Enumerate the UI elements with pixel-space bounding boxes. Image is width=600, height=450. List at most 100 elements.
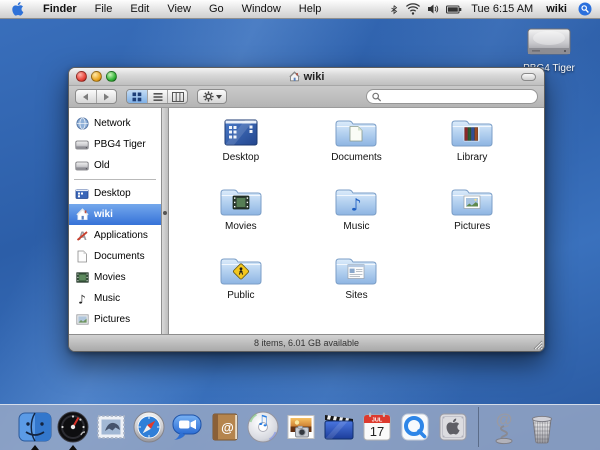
ical-icon: JUL 17 [359,409,395,445]
sidebar-item-old[interactable]: Old [69,155,161,176]
sidebar-item-label: Movies [94,272,126,283]
sidebar-item-documents[interactable]: Documents [69,246,161,267]
menu-go[interactable]: Go [200,0,233,18]
dock-trash[interactable] [523,407,561,447]
sidebar-item-label: Pictures [94,314,130,325]
dock-iphoto[interactable] [282,407,320,447]
menu-edit[interactable]: Edit [121,0,158,18]
minimize-button[interactable] [91,71,102,82]
sidebar-item-label: Music [94,293,120,304]
search-input[interactable] [384,91,532,102]
library-folder-icon [449,114,495,151]
sidebar-divider[interactable] [161,108,169,334]
item-movies[interactable]: Movies [183,183,299,252]
sidebar-item-label: wiki [94,209,113,220]
item-public[interactable]: Public [183,252,299,321]
mail-icon [93,409,129,445]
dock-mail[interactable] [92,407,130,447]
nav-buttons [75,89,117,104]
hard-drive-icon [524,25,574,62]
desktop-icon [75,188,89,200]
home-icon [289,71,300,82]
dock-address-book[interactable]: @ [206,407,244,447]
running-indicator [69,445,77,450]
pictures-icon [75,314,89,325]
item-sites[interactable]: Sites [299,252,415,321]
sidebar-item-pbg4-tiger[interactable]: PBG4 Tiger [69,134,161,155]
toolbar-toggle-button[interactable] [521,73,536,81]
network-icon [75,117,89,130]
window-toolbar [69,86,544,108]
forward-button[interactable] [96,90,117,103]
icon-view-content: Desktop Documents [169,108,544,334]
sidebar-item-wiki[interactable]: wiki [69,204,161,225]
search-field[interactable] [366,89,538,104]
dock-separator [478,407,479,447]
svg-text:♪: ♪ [351,196,362,216]
wifi-icon[interactable] [406,0,420,18]
public-folder-icon [218,252,264,289]
item-pictures[interactable]: Pictures [414,183,530,252]
apple-menu[interactable] [0,0,34,18]
running-indicator [31,445,39,450]
view-switcher [126,89,188,104]
sidebar-item-network[interactable]: Network [69,113,161,134]
chevron-down-icon [216,95,222,99]
dock-ichat[interactable] [168,407,206,447]
dock-dashboard[interactable] [54,407,92,447]
item-music[interactable]: ♪ Music [299,183,415,252]
volume-icon[interactable] [427,0,439,18]
hard-drive-icon [75,139,89,151]
sidebar-item-pictures[interactable]: Pictures [69,309,161,330]
dock-system-preferences[interactable] [434,407,472,447]
dock-quicktime[interactable] [396,407,434,447]
safari-icon [131,409,167,445]
zoom-button[interactable] [106,71,117,82]
menu-help[interactable]: Help [290,0,331,18]
sidebar-item-music[interactable]: ♪ Music [69,288,161,309]
dock-url-shortcut[interactable]: @ [485,407,523,447]
item-library[interactable]: Library [414,114,530,183]
item-documents[interactable]: Documents [299,114,415,183]
document-icon [75,250,89,263]
list-view-button[interactable] [147,90,167,103]
dock-finder[interactable] [16,407,54,447]
resize-grip[interactable] [531,338,543,350]
dock-imovie[interactable] [320,407,358,447]
sidebar-item-label: PBG4 Tiger [94,139,146,150]
window-titlebar[interactable]: wiki [69,68,544,86]
spotlight-icon[interactable] [578,0,592,18]
sidebar-item-movies[interactable]: Movies [69,267,161,288]
menu-file[interactable]: File [86,0,122,18]
close-button[interactable] [76,71,87,82]
menu-window[interactable]: Window [233,0,290,18]
item-desktop[interactable]: Desktop [183,114,299,183]
sidebar-item-applications[interactable]: A Applications [69,225,161,246]
imovie-icon [321,409,357,445]
back-button[interactable] [76,90,96,103]
at-spring-icon: @ [486,409,522,445]
window-title: wiki [69,71,544,83]
fast-user-switch-menu[interactable]: wiki [542,3,571,15]
desktop-folder-icon [218,114,264,151]
dock-ical[interactable]: JUL 17 [358,407,396,447]
iphoto-icon [283,409,319,445]
battery-icon[interactable] [446,0,462,18]
apple-logo-icon [12,2,24,16]
sidebar-item-desktop[interactable]: Desktop [69,183,161,204]
column-view-button[interactable] [167,90,187,103]
menu-finder[interactable]: Finder [34,0,86,18]
menu-view[interactable]: View [158,0,200,18]
menu-bar-clock[interactable]: Tue 6:15 AM [469,3,535,15]
sidebar-item-label: Documents [94,251,145,262]
item-label: Music [343,221,369,232]
icon-view-button[interactable] [127,90,147,103]
item-label: Sites [345,290,367,301]
svg-text:♪: ♪ [78,293,86,306]
action-menu-button[interactable] [197,89,227,104]
dock-itunes[interactable]: ♫ [244,407,282,447]
dock-safari[interactable] [130,407,168,447]
item-label: Pictures [454,221,490,232]
bluetooth-icon[interactable] [389,0,399,18]
divider-knob [163,211,167,215]
